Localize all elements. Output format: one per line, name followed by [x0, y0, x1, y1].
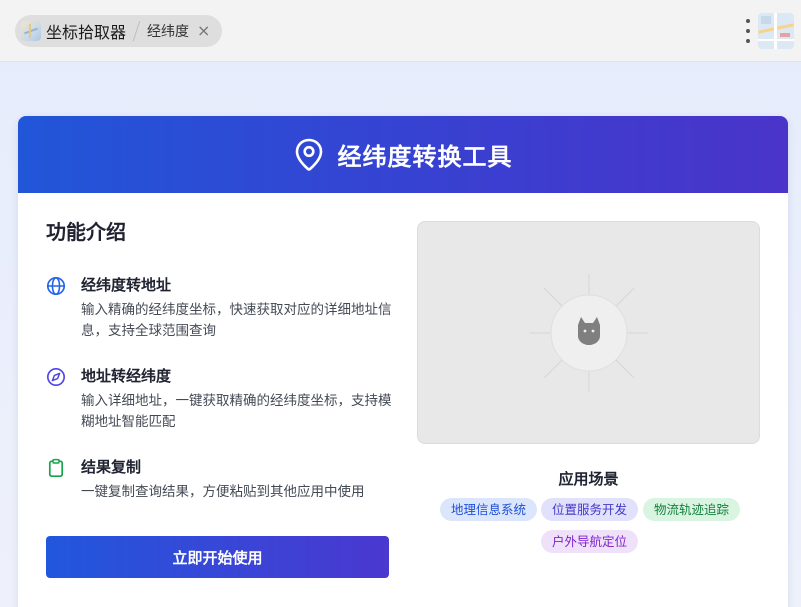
map-app-icon	[21, 21, 41, 41]
scenario-tag: 地理信息系统	[440, 498, 538, 521]
image-placeholder	[417, 221, 760, 444]
intro-title: 功能介绍	[46, 220, 126, 244]
map-thumbnail-icon[interactable]	[758, 13, 794, 49]
scenario-tag: 户外导航定位	[541, 530, 639, 553]
converter-card: 经纬度转换工具 功能介绍 经纬度转地址 输入精确的经纬度坐标，快速获取对应的详细…	[18, 116, 788, 607]
broken-image-icon	[530, 274, 648, 392]
feature-desc: 输入精确的经纬度坐标，快速获取对应的详细地址信息，支持全球范围查询	[81, 302, 392, 339]
scenario-tag: 位置服务开发	[541, 498, 639, 521]
scenarios-title: 应用场景	[558, 470, 619, 488]
feature-desc: 一键复制查询结果，方便粘贴到其他应用中使用	[81, 484, 365, 500]
tab-app-label: 坐标拾取器	[46, 23, 127, 42]
tab-bar: 坐标拾取器 经纬度 ×	[0, 0, 801, 62]
tab-group: 坐标拾取器 经纬度 ×	[15, 15, 223, 47]
feature-title: 经纬度转地址	[81, 276, 172, 294]
globe-icon	[46, 276, 66, 296]
tab-latlng[interactable]: 经纬度 ×	[141, 15, 218, 47]
feature-desc: 输入详细地址，一键获取精确的经纬度坐标，支持模糊地址智能匹配	[81, 393, 392, 430]
tab-app[interactable]: 坐标拾取器	[21, 15, 134, 47]
more-menu-icon[interactable]	[744, 19, 752, 43]
feature-intro: 功能介绍 经纬度转地址 输入精确的经纬度坐标，快速获取对应的详细地址信息，支持全…	[46, 216, 392, 500]
clipboard-icon	[48, 458, 64, 478]
app-window: 坐标拾取器 经纬度 × 经纬度转换工具 功能介绍 经纬度转地址 输入精确的经纬度…	[0, 0, 801, 607]
card-title: 经纬度转换工具	[337, 143, 513, 171]
feature-title: 结果复制	[81, 458, 142, 476]
tab-latlng-label: 经纬度	[147, 24, 190, 40]
compass-icon	[46, 367, 66, 387]
start-button[interactable]: 立即开始使用	[46, 536, 389, 578]
scenario-tag: 物流轨迹追踪	[643, 498, 741, 521]
close-icon[interactable]: ×	[197, 23, 210, 39]
map-pin-icon	[295, 138, 322, 171]
card-header: 经纬度转换工具	[18, 116, 788, 193]
feature-title: 地址转经纬度	[81, 367, 172, 385]
